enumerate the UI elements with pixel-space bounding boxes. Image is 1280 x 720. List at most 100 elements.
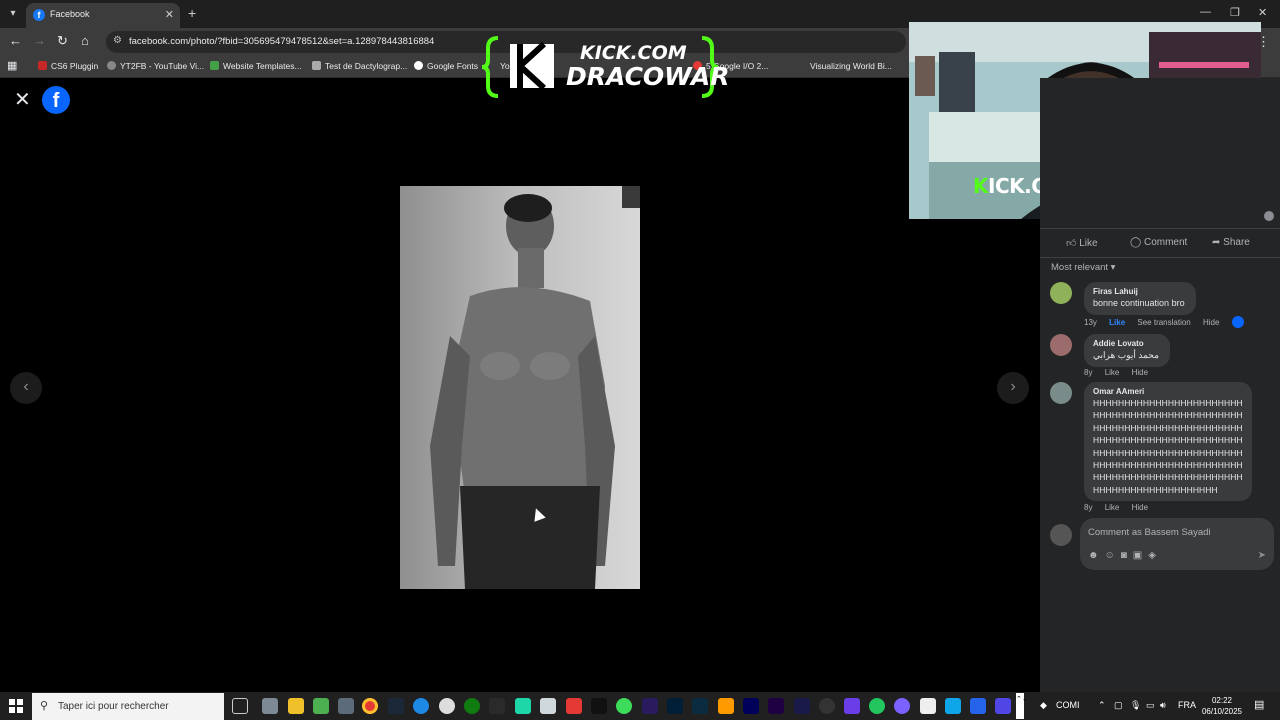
next-photo-icon[interactable]: › <box>997 372 1029 404</box>
see-translation-link[interactable]: See translation <box>1137 318 1190 327</box>
comment-author[interactable]: Omar AAmeri <box>1093 387 1244 396</box>
illustrator-icon[interactable] <box>718 698 734 714</box>
tab-close-icon[interactable]: ✕ <box>165 8 174 21</box>
media-encoder-icon[interactable] <box>794 698 810 714</box>
minimize-icon[interactable]: — <box>1200 6 1211 18</box>
emoji-icon[interactable]: ☺ <box>1105 550 1121 561</box>
like-reaction-icon <box>1231 316 1244 328</box>
camera-icon[interactable]: ◙ <box>1121 550 1133 561</box>
after-effects-icon[interactable] <box>768 698 784 714</box>
comment-like-button[interactable]: Like <box>1109 318 1125 327</box>
comment-hide-button[interactable]: Hide <box>1203 318 1219 327</box>
notifications-icon[interactable]: ▤ <box>1254 698 1264 711</box>
avatar[interactable] <box>1050 282 1072 304</box>
window-close-icon[interactable]: ✕ <box>1258 6 1267 19</box>
previous-photo-icon[interactable]: ‹ <box>10 372 42 404</box>
apps-grid-icon[interactable]: ▦ <box>7 59 17 72</box>
app-icon[interactable] <box>945 698 961 714</box>
app-icon[interactable] <box>894 698 910 714</box>
tab-facebook[interactable]: f Facebook ✕ <box>26 3 180 28</box>
taskbar-scroll-icon[interactable]: ⌃⌄ <box>1016 693 1028 719</box>
app-icon[interactable] <box>540 698 556 714</box>
file-explorer-icon[interactable] <box>288 698 304 714</box>
comment-meta: 8y Like Hide <box>1084 368 1158 377</box>
xbox-icon[interactable] <box>464 698 480 714</box>
avatar[interactable] <box>1050 524 1072 546</box>
app-icon[interactable] <box>439 698 455 714</box>
app-icon[interactable] <box>313 698 329 714</box>
comment-hide-button[interactable]: Hide <box>1132 368 1148 377</box>
comment-button[interactable]: ◯ Comment <box>1130 237 1187 248</box>
avatar[interactable] <box>1050 382 1072 404</box>
app-icon[interactable] <box>869 698 885 714</box>
tab-search-icon[interactable]: ▾ <box>4 5 22 23</box>
premiere-icon[interactable] <box>642 698 658 714</box>
chrome-icon[interactable] <box>362 698 378 714</box>
windows-taskbar: ⚲ Taper ici pour rechercher ⌃⌄ ◆ COMI ⌃ … <box>0 692 1280 720</box>
avatar[interactable] <box>1050 334 1072 356</box>
bookmark-grey-icon <box>312 61 321 70</box>
back-icon[interactable]: ← <box>9 34 22 48</box>
steam-icon[interactable] <box>388 698 404 714</box>
comment-author[interactable]: Firas Lahuij <box>1093 287 1188 296</box>
home-icon[interactable]: ⌂ <box>81 34 89 48</box>
tray-expand-icon[interactable]: ⌃ <box>1098 700 1106 711</box>
task-view-icon[interactable] <box>232 698 248 714</box>
bookmark-yt2fb[interactable]: YT2FB - YouTube Vi... <box>107 61 204 71</box>
avatar-sticker-icon[interactable]: ☻ <box>1088 550 1105 561</box>
tray-label[interactable]: COMI <box>1056 700 1080 710</box>
scrollbar-thumb[interactable] <box>1264 211 1274 221</box>
network-icon[interactable]: ▭ <box>1146 700 1155 711</box>
reload-icon[interactable]: ↻ <box>57 34 68 48</box>
app-icon[interactable] <box>995 698 1011 714</box>
app-icon[interactable] <box>844 698 860 714</box>
site-info-icon[interactable]: ⚙ <box>113 35 122 46</box>
app-icon[interactable] <box>970 698 986 714</box>
comment-hide-button[interactable]: Hide <box>1132 503 1148 512</box>
capcut-icon[interactable] <box>591 698 607 714</box>
comment-like-button[interactable]: Like <box>1105 368 1120 377</box>
sticker-icon[interactable]: ◈ <box>1148 550 1162 561</box>
windows-start-icon[interactable] <box>9 699 23 713</box>
app-icon[interactable] <box>515 698 531 714</box>
comment-meta: 8y Like Hide <box>1084 503 1158 512</box>
tray-icon[interactable]: ▢ <box>1114 700 1123 711</box>
composer-tools: ☻☺◙▣◈ <box>1088 550 1162 561</box>
search-icon: ⚲ <box>40 700 49 712</box>
language-indicator[interactable]: FRA <box>1178 700 1196 710</box>
app-icon[interactable] <box>338 698 354 714</box>
audition-icon[interactable] <box>743 698 759 714</box>
clock[interactable]: 02:22 06/10/2025 <box>1200 695 1244 717</box>
bookmark-templates[interactable]: Website Templates... <box>210 61 302 71</box>
epic-games-icon[interactable] <box>489 698 505 714</box>
bookmark-cs6[interactable]: CS6 Pluggin <box>38 61 98 71</box>
share-button[interactable]: ➦ Share <box>1212 237 1250 248</box>
like-button[interactable]: 👍︎ Like <box>1066 237 1098 249</box>
comment-like-button[interactable]: Like <box>1105 503 1120 512</box>
facebook-logo-icon[interactable]: f <box>42 86 70 114</box>
app-icon[interactable] <box>566 698 582 714</box>
comment-author[interactable]: Addie Lovato <box>1093 339 1162 348</box>
taskbar-search[interactable]: ⚲ Taper ici pour rechercher <box>32 693 224 720</box>
app-icon[interactable] <box>262 698 278 714</box>
close-icon[interactable]: ✕ <box>14 90 31 110</box>
bookmark-google-fonts[interactable]: Google Fonts <box>414 61 478 71</box>
sort-dropdown[interactable]: Most relevant ▾ <box>1051 262 1115 273</box>
lightroom-icon[interactable] <box>692 698 708 714</box>
gif-icon[interactable]: ▣ <box>1133 550 1148 561</box>
send-icon[interactable]: ➤ <box>1258 550 1266 561</box>
forward-icon[interactable]: → <box>33 34 46 48</box>
restore-icon[interactable]: ❐ <box>1230 6 1240 19</box>
app-icon[interactable] <box>616 698 632 714</box>
new-tab-icon[interactable]: + <box>188 6 196 20</box>
comment-input[interactable]: Comment as Bassem Sayadi ☻☺◙▣◈ ➤ <box>1080 518 1274 570</box>
volume-icon[interactable]: 🔊︎ <box>1160 700 1166 711</box>
app-icon[interactable] <box>920 698 936 714</box>
microphone-icon[interactable]: 🎙︎ <box>1130 700 1141 711</box>
bookmark-visualizing[interactable]: Visualizing World Bi... <box>810 61 892 71</box>
tray-app-icon[interactable]: ◆ <box>1040 700 1047 711</box>
app-icon[interactable] <box>819 698 835 714</box>
photoshop-icon[interactable] <box>667 698 683 714</box>
bookmark-dactylo[interactable]: Test de Dactylograp... <box>312 61 407 71</box>
app-icon[interactable] <box>413 698 429 714</box>
